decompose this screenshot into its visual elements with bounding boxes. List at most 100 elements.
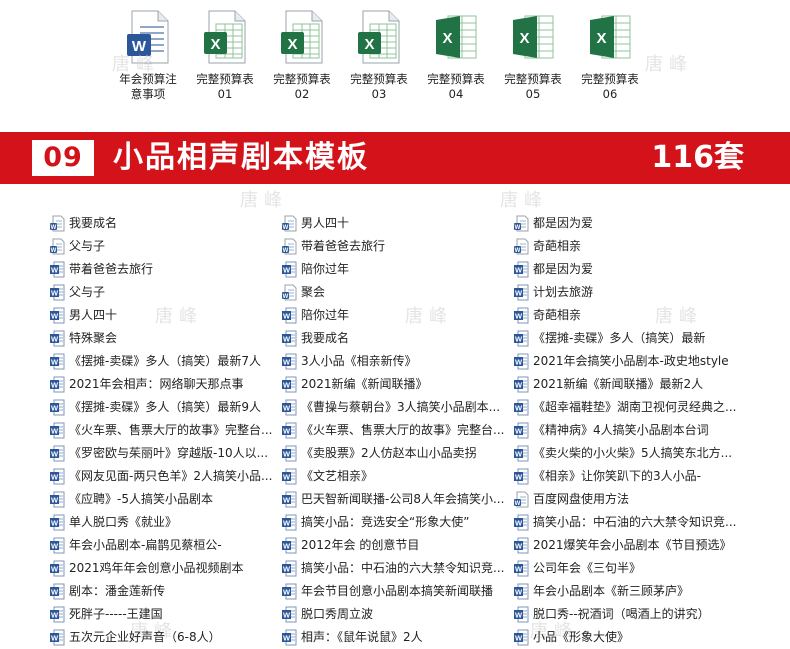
file-label: 完整预算表 01 [196, 72, 254, 101]
file-list-item[interactable]: W 奇葩相亲 [514, 235, 746, 258]
file-list-item[interactable]: W 带着爸爸去旅行 [282, 235, 514, 258]
file-list-item[interactable]: W 《相亲》让你笑趴下的3人小品- [514, 465, 746, 488]
file-list-item[interactable]: W 年会节目创意小品剧本搞笑新闻联播 [282, 580, 514, 603]
file-list-item[interactable]: W 《曹操与蔡朝台》3人搞笑小品剧本... [282, 396, 514, 419]
file-list-item[interactable]: W 《超幸福鞋垫》湖南卫视何灵经典之... [514, 396, 746, 419]
file-list-item-label: 脱口秀--祝酒词（喝酒上的讲究） [533, 607, 710, 621]
file-list-item-label: 搞笑小品：中石油的六大禁令知识竞... [301, 561, 505, 575]
svg-text:X: X [596, 30, 606, 47]
file-list-item[interactable]: W 死胖子-----王建国 [50, 603, 282, 626]
file-list-item[interactable]: W 父与子 [50, 235, 282, 258]
file-list-item[interactable]: W 特殊聚会 [50, 327, 282, 350]
file-list-item[interactable]: W 奇葩相亲 [514, 304, 746, 327]
file-list-item[interactable]: W 聚会 [282, 281, 514, 304]
file-list-item[interactable]: W 年会小品剧本-扁鹊见蔡桓公- [50, 534, 282, 557]
file-list-item-label: 2021爆笑年会小品剧本《节目预选》 [533, 538, 732, 552]
file-list-item-label: 《应聘》-5人搞笑小品剧本 [69, 492, 213, 506]
word-icon: W [514, 307, 529, 324]
word-icon: W [50, 468, 65, 485]
file-list: W 我要成名 W 父与子 W 带着爸爸去旅行 W 父与子 W 男人四十 W 特殊聚会 W 《摆摊-卖碟》多… [50, 212, 790, 647]
file-list-item[interactable]: W 单人脱口秀《就业》 [50, 511, 282, 534]
file-list-item-label: 父与子 [69, 239, 106, 253]
file-list-item[interactable]: W 搞笑小品：竞选安全“形象大使” [282, 511, 514, 534]
svg-text:W: W [283, 266, 291, 275]
file-list-item[interactable]: W 2021鸡年年会创意小品视频剧本 [50, 557, 282, 580]
file-list-item[interactable]: W 《文艺相亲》 [282, 465, 514, 488]
svg-text:W: W [515, 248, 521, 254]
file-list-item[interactable]: W 2021年会搞笑小品剧本-政史地style [514, 350, 746, 373]
word-icon: W [514, 353, 529, 370]
file-list-item[interactable]: W 小品《形象大使》 [514, 626, 746, 649]
svg-text:W: W [51, 611, 59, 620]
word-icon: W [282, 445, 297, 462]
file-list-item[interactable]: W 带着爸爸去旅行 [50, 258, 282, 281]
file-list-item-label: 《卖股票》2人仿赵本山小品卖拐 [301, 446, 477, 460]
file-list-item[interactable]: W 《摆摊-卖碟》多人（搞笑）最新9人 [50, 396, 282, 419]
word-icon: W [50, 353, 65, 370]
svg-text:W: W [515, 450, 523, 459]
file-list-item[interactable]: W 都是因为爱 [514, 212, 746, 235]
file-list-item[interactable]: W 2021新编《新闻联播》最新2人 [514, 373, 746, 396]
file-list-item[interactable]: W 3人小品《相亲新传》 [282, 350, 514, 373]
file-list-item-label: 《相亲》让你笑趴下的3人小品- [533, 469, 701, 483]
word-icon: W [282, 307, 297, 324]
file-list-item[interactable]: W 脱口秀--祝酒词（喝酒上的讲究） [514, 603, 746, 626]
svg-text:W: W [51, 335, 59, 344]
file-list-item-label: 五次元企业好声音（6-8人） [69, 630, 221, 644]
file-list-item-label: 《摆摊-卖碟》多人（搞笑）最新9人 [69, 400, 261, 414]
svg-text:W: W [515, 381, 523, 390]
file-tile[interactable]: W 年会预算注 意事项 [111, 10, 185, 102]
file-list-item-label: 《罗密欧与茱丽叶》穿越版-10人以... [69, 446, 269, 460]
file-list-item[interactable]: W 我要成名 [50, 212, 282, 235]
file-tile[interactable]: X 完整预算表 04 [419, 10, 493, 102]
file-list-item[interactable]: W 巴天智新闻联播-公司8人年会搞笑小... [282, 488, 514, 511]
file-list-item[interactable]: W 计划去旅游 [514, 281, 746, 304]
file-tile[interactable]: X 完整预算表 01 [188, 10, 262, 102]
file-list-item[interactable]: W 2021新编《新闻联播》 [282, 373, 514, 396]
file-list-item[interactable]: W 年会小品剧本《新三顾茅庐》 [514, 580, 746, 603]
file-list-item[interactable]: W 五次元企业好声音（6-8人） [50, 626, 282, 649]
word-icon: W [282, 468, 297, 485]
svg-text:W: W [515, 289, 523, 298]
file-list-item[interactable]: W 2021爆笑年会小品剧本《节目预选》 [514, 534, 746, 557]
file-list-item[interactable]: W 剧本：潘金莲新传 [50, 580, 282, 603]
file-list-item[interactable]: W 脱口秀周立波 [282, 603, 514, 626]
file-tile[interactable]: X 完整预算表 02 [265, 10, 339, 102]
svg-text:W: W [283, 294, 289, 300]
file-list-item[interactable]: W 2012年会 的创意节目 [282, 534, 514, 557]
file-list-item[interactable]: W 《火车票、售票大厅的故事》完整台... [282, 419, 514, 442]
file-list-item[interactable]: W 《精神病》4人搞笑小品剧本台词 [514, 419, 746, 442]
file-list-item[interactable]: W 《应聘》-5人搞笑小品剧本 [50, 488, 282, 511]
svg-text:W: W [515, 542, 523, 551]
file-list-item[interactable]: W 《卖火柴的小火柴》5人搞笑东北方... [514, 442, 746, 465]
top-file-grid: W 年会预算注 意事项 X 完整预算表 01 X 完整预算表 02 X 完整预算… [0, 0, 790, 130]
word-icon: W [514, 537, 529, 554]
svg-text:W: W [132, 38, 147, 55]
file-list-item[interactable]: W 搞笑小品：中石油的六大禁令知识竞... [282, 557, 514, 580]
file-list-item[interactable]: W 《摆摊-卖碟》多人（搞笑）最新7人 [50, 350, 282, 373]
file-list-item[interactable]: W 男人四十 [50, 304, 282, 327]
file-list-item-label: 都是因为爱 [533, 262, 594, 276]
file-list-item[interactable]: W 公司年会《三句半》 [514, 557, 746, 580]
file-list-item[interactable]: W 《火车票、售票大厅的故事》完整台... [50, 419, 282, 442]
file-list-item[interactable]: W 相声：《鼠年说鼠》2人 [282, 626, 514, 649]
word-old-icon: W [50, 215, 65, 232]
file-list-item[interactable]: W 男人四十 [282, 212, 514, 235]
file-list-item[interactable]: W 《罗密欧与茱丽叶》穿越版-10人以... [50, 442, 282, 465]
file-list-item[interactable]: W 陪你过年 [282, 258, 514, 281]
file-list-item[interactable]: W 父与子 [50, 281, 282, 304]
file-list-item[interactable]: W 我要成名 [282, 327, 514, 350]
file-list-item[interactable]: W 《卖股票》2人仿赵本山小品卖拐 [282, 442, 514, 465]
file-list-item[interactable]: W 搞笑小品：中石油的六大禁令知识竞... [514, 511, 746, 534]
section-number: 09 [32, 140, 94, 176]
file-tile[interactable]: X 完整预算表 06 [573, 10, 647, 102]
file-list-item[interactable]: W 2021年会相声：网络聊天那点事 [50, 373, 282, 396]
file-list-item[interactable]: W 陪你过年 [282, 304, 514, 327]
file-list-item-label: 带着爸爸去旅行 [301, 239, 386, 253]
file-list-item[interactable]: W 《网友见面-两只色羊》2人搞笑小品... [50, 465, 282, 488]
file-tile[interactable]: X 完整预算表 05 [496, 10, 570, 102]
file-tile[interactable]: X 完整预算表 03 [342, 10, 416, 102]
file-list-item[interactable]: W 都是因为爱 [514, 258, 746, 281]
file-list-item[interactable]: W 《摆摊-卖碟》多人（搞笑）最新 [514, 327, 746, 350]
file-list-item[interactable]: W 百度网盘使用方法 [514, 488, 746, 511]
